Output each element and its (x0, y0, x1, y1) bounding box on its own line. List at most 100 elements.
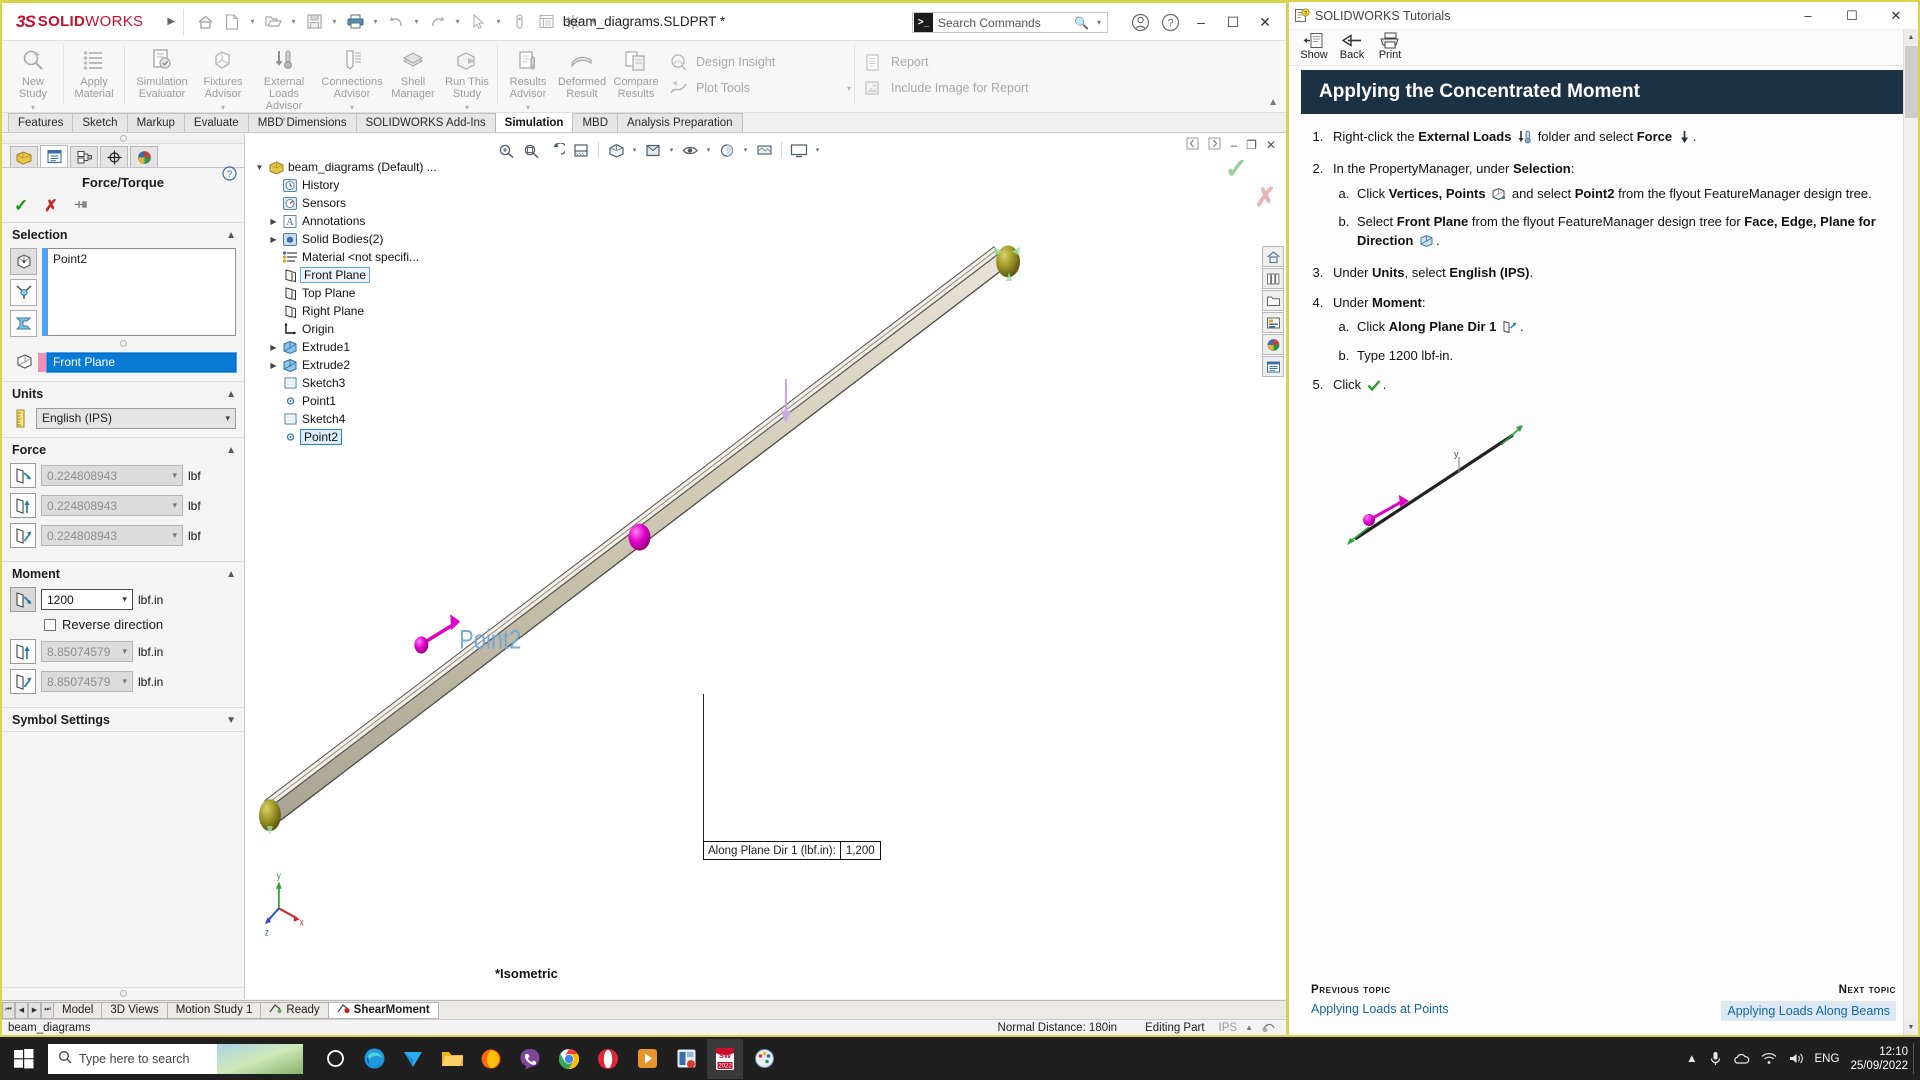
force-dir1-input[interactable]: 0.224808943 ▾ (41, 525, 183, 546)
tab-3d-views[interactable]: 3D Views (102, 1001, 168, 1019)
tab-feature-manager-tree[interactable] (10, 146, 38, 167)
tab-mbd[interactable]: MBD (572, 113, 619, 132)
section-view-icon[interactable] (570, 140, 592, 160)
tray-expand-caret-icon[interactable]: ▲ (1686, 1053, 1697, 1065)
moment-section-header[interactable]: Moment ▲ (2, 562, 244, 585)
taskbar-search-box[interactable]: Type here to search (48, 1043, 303, 1074)
expand-caret-down-icon[interactable]: ▼ (253, 163, 266, 172)
media-player-icon[interactable] (629, 1039, 665, 1079)
hide-show-caret-icon[interactable]: ▾ (704, 146, 713, 154)
tab-model[interactable]: Model (54, 1001, 103, 1019)
normal-to-plane-icon[interactable] (10, 463, 36, 488)
options-gear-icon[interactable] (560, 8, 586, 36)
options-caret-icon[interactable]: ▾ (587, 17, 600, 26)
external-loads-dropdown-caret-icon[interactable]: ▾ (282, 115, 286, 124)
direction-reference-value[interactable]: Front Plane (46, 351, 237, 373)
reverse-direction-row[interactable]: Reverse direction (44, 617, 236, 632)
redo-icon[interactable] (424, 8, 450, 36)
vertices-points-filter-icon[interactable] (10, 248, 37, 275)
tree-node-material[interactable]: Material <not specifi... (253, 248, 503, 266)
tree-node-sensors[interactable]: Sensors (253, 194, 503, 212)
tree-node-point1[interactable]: Point1 (253, 392, 503, 410)
save-caret-icon[interactable]: ▾ (328, 17, 341, 26)
force-dir2-input[interactable]: 0.224808943 ▾ (41, 495, 183, 516)
plot-tools-dropdown-caret-icon[interactable]: ▾ (847, 84, 851, 93)
tutorial-back-button[interactable]: Back (1333, 30, 1371, 61)
document-close-button[interactable]: ✕ (1266, 138, 1276, 152)
tutorial-show-button[interactable]: Show (1295, 30, 1333, 61)
tree-node-extrude2[interactable]: ▶ Extrude2 (253, 356, 503, 374)
tab-dimxpert-manager[interactable] (100, 146, 128, 167)
first-tab-button[interactable]: ⏮ (2, 1001, 15, 1019)
next-topic-link[interactable]: Applying Loads Along Beams (1721, 1001, 1896, 1021)
tab-solidworks-addins[interactable]: SOLIDWORKS Add-Ins (355, 113, 496, 132)
confirm-cancel-icon[interactable]: ✗ (1255, 182, 1277, 213)
undo-caret-icon[interactable]: ▾ (410, 17, 423, 26)
open-folder-icon[interactable] (260, 8, 286, 36)
force-section-header[interactable]: Force ▲ (2, 438, 244, 461)
help-icon[interactable]: ? (1156, 7, 1184, 37)
ribbon-plot-tools[interactable]: Plot Tools ▾ (663, 75, 851, 101)
volume-icon[interactable] (1788, 1052, 1804, 1065)
tab-sketch[interactable]: Sketch (72, 113, 128, 132)
solidworks-2022-icon[interactable]: SW 2022 (707, 1038, 743, 1079)
callout-value[interactable]: 1,200 (839, 842, 880, 859)
ribbon-new-study[interactable]: New Study ▾ (6, 41, 60, 112)
viber-icon[interactable] (512, 1039, 548, 1079)
custom-properties-icon[interactable] (1262, 356, 1284, 377)
maximize-window-button[interactable]: ☐ (1218, 7, 1248, 37)
ribbon-results-advisor[interactable]: Results Advisor ▾ (501, 41, 555, 112)
status-units[interactable]: IPS (1219, 1022, 1238, 1034)
display-style-icon[interactable] (642, 140, 664, 160)
along-plane-dir2-icon[interactable] (10, 639, 36, 664)
tree-node-origin[interactable]: Origin (253, 320, 503, 338)
chevron-down-icon[interactable]: ▾ (122, 676, 127, 687)
tree-node-top-plane[interactable]: Top Plane (253, 284, 503, 302)
tutorial-maximize-button[interactable]: ☐ (1830, 2, 1874, 29)
home-task-icon[interactable] (1262, 246, 1284, 267)
tutorial-close-button[interactable]: ✕ (1874, 2, 1918, 29)
viewport-icon[interactable] (788, 140, 810, 160)
magnify-glass-icon[interactable] (506, 8, 532, 36)
ribbon-simulation-evaluator[interactable]: Simulation Evaluator (128, 41, 196, 111)
chevron-down-icon[interactable]: ▾ (172, 530, 177, 541)
connections-dropdown-caret-icon[interactable]: ▾ (350, 103, 354, 112)
chevron-down-icon[interactable]: ▾ (225, 413, 230, 424)
chevron-down-icon[interactable]: ▾ (122, 594, 127, 605)
ribbon-connections-advisor[interactable]: Connections Advisor ▾ (318, 41, 386, 112)
confirm-accept-icon[interactable]: ✓ (1225, 153, 1248, 184)
expand-caret-right-icon[interactable]: ▶ (267, 217, 280, 226)
selection-section-header[interactable]: Selection ▲ (2, 223, 244, 246)
edge-icon[interactable] (356, 1039, 392, 1079)
expand-caret-right-icon[interactable]: ▶ (267, 361, 280, 370)
along-plane-dir1-icon[interactable] (10, 523, 36, 548)
tab-simulation[interactable]: Simulation (494, 112, 574, 132)
tab-property-manager[interactable] (40, 145, 68, 167)
firefox-icon[interactable] (473, 1039, 509, 1079)
scene-icon[interactable] (753, 140, 775, 160)
view-orientation-caret-icon[interactable]: ▾ (630, 146, 639, 154)
tree-node-front-plane[interactable]: Front Plane (253, 266, 503, 284)
language-indicator[interactable]: ENG (1815, 1053, 1840, 1065)
chevron-down-icon[interactable]: ▾ (172, 500, 177, 511)
close-window-button[interactable]: ✕ (1250, 7, 1280, 37)
select-cursor-icon[interactable] (465, 8, 491, 36)
search-magnifier-icon[interactable]: 🔍 (1074, 16, 1089, 30)
appearances-caret-icon[interactable]: ▾ (741, 146, 750, 154)
moment-value-callout[interactable]: Along Plane Dir 1 (lbf.in): 1,200 (703, 841, 881, 860)
prev-tab-button[interactable]: ◀ (15, 1001, 28, 1019)
ribbon-design-insight[interactable]: Design Insight (663, 49, 851, 75)
moment-dir2-input[interactable]: 8.85074579 ▾ (41, 641, 133, 662)
along-plane-dir2-icon[interactable] (10, 493, 36, 518)
cortana-icon[interactable] (317, 1039, 353, 1079)
app-window-icon[interactable] (668, 1039, 704, 1079)
chevron-up-icon[interactable]: ▲ (226, 569, 236, 580)
beam-section-filter-icon[interactable] (10, 310, 37, 337)
tab-display-manager[interactable] (130, 146, 158, 167)
tree-node-right-plane[interactable]: Right Plane (253, 302, 503, 320)
normal-to-plane-icon[interactable] (10, 669, 36, 694)
tab-analysis-preparation[interactable]: Analysis Preparation (617, 113, 743, 132)
tab-evaluate[interactable]: Evaluate (183, 113, 249, 132)
save-icon[interactable] (301, 8, 327, 36)
zoom-to-fit-icon[interactable] (495, 140, 517, 160)
